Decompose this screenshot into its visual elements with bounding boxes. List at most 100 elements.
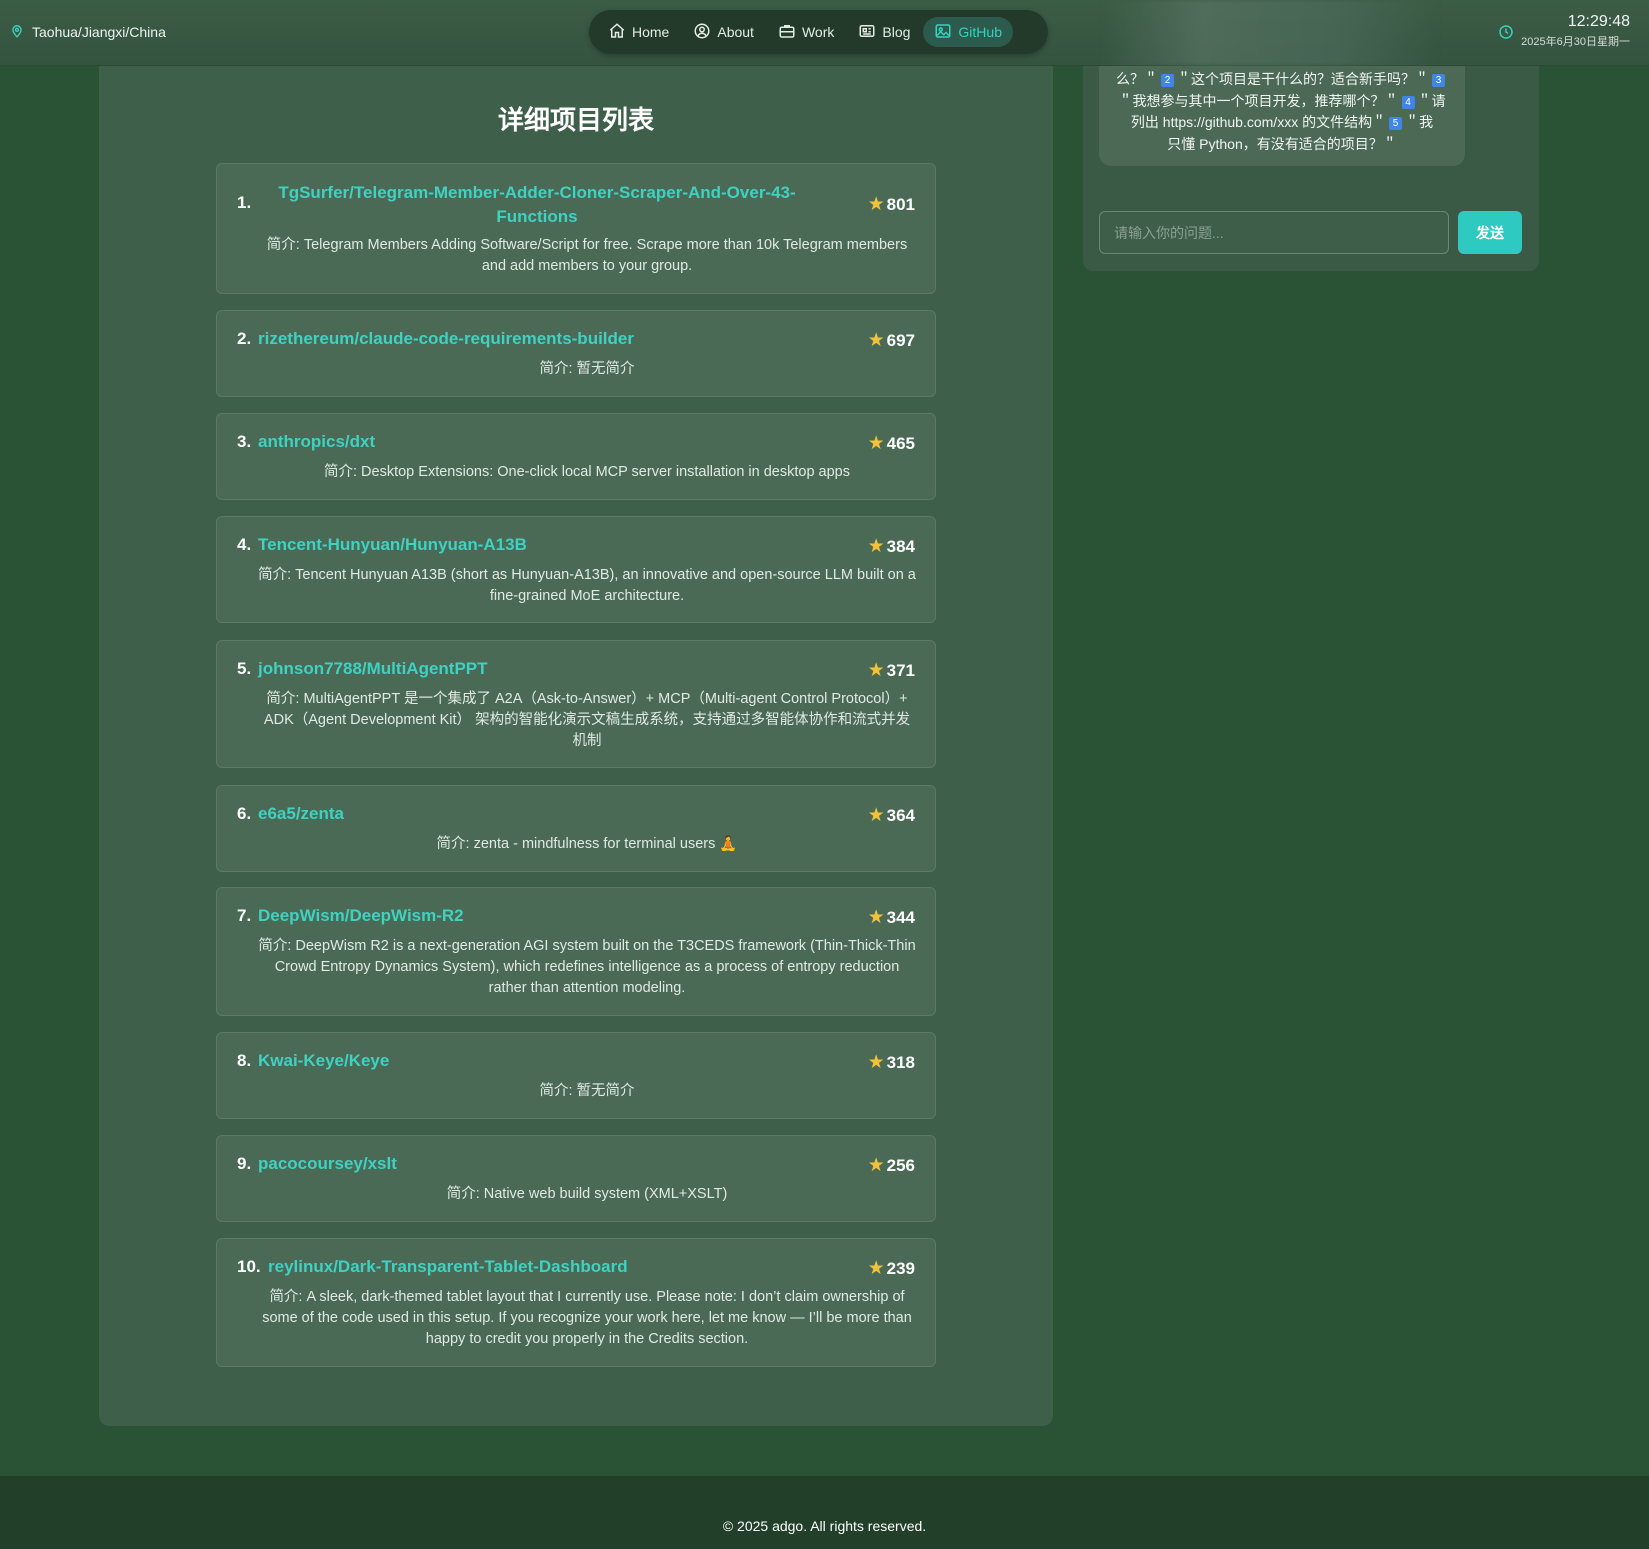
chat-text: ＂我 — [1405, 114, 1434, 130]
chat-text: ＂我想参与其中一个项目开发，推荐哪个？＂ — [1118, 92, 1399, 109]
nav-blog[interactable]: Blog — [847, 17, 921, 47]
clock-icon — [1498, 24, 1514, 40]
project-rank: 5. — [237, 659, 252, 678]
project-card: 5. johnson7788/MultiAgentPPT ★ 371 简介: M… — [216, 640, 936, 768]
project-star-count: 239 — [886, 1258, 915, 1278]
project-description: 简介: Native web build system (XML+XSLT) — [446, 1186, 728, 1202]
project-description: 简介: Tencent Hunyuan A13B (short as Hunyu… — [258, 567, 916, 604]
page-title: 详细项目列表 — [497, 105, 654, 135]
project-repo-link[interactable]: TgSurfer/Telegram-Member-Adder-Cloner-Sc… — [277, 181, 797, 228]
project-card: 4. Tencent-Hunyuan/Hunyuan-A13B ★ 384 简介… — [216, 516, 936, 623]
project-description: 简介: DeepWism R2 is a next-generation AGI… — [258, 938, 916, 996]
project-repo-link[interactable]: DeepWism/DeepWism-R2 — [258, 906, 464, 926]
star-icon: ★ — [867, 805, 885, 826]
location-display: Taohua/Jiangxi/China — [10, 22, 166, 42]
image-icon — [934, 22, 952, 43]
star-icon: ★ — [867, 194, 885, 215]
project-rank: 8. — [237, 1051, 252, 1070]
project-list-panel: 详细项目列表 1. TgSurfer/Telegram-Member-Adder… — [99, 66, 1053, 1426]
project-star-count: 697 — [886, 330, 915, 350]
project-repo-link[interactable]: Kwai-Keye/Keye — [258, 1051, 389, 1071]
project-star-count: 256 — [886, 1155, 915, 1175]
number-badge: 5 — [1389, 117, 1403, 130]
project-description: 简介: Desktop Extensions: One-click local … — [324, 464, 850, 480]
home-icon — [608, 22, 626, 43]
project-stars: ★ 371 — [868, 659, 915, 682]
main-nav: Home About Work Blog GitHub — [589, 10, 1048, 54]
project-repo-link[interactable]: anthropics/dxt — [258, 432, 375, 452]
project-card: 3. anthropics/dxt ★ 465 简介: Desktop Exte… — [216, 413, 936, 500]
project-description: 简介: Telegram Members Adding Software/Scr… — [266, 237, 908, 274]
chat-text: ＂请 — [1417, 92, 1446, 109]
star-icon: ★ — [867, 1155, 885, 1176]
project-card: 10. reylinux/Dark-Transparent-Tablet-Das… — [216, 1238, 936, 1367]
star-icon: ★ — [867, 433, 885, 454]
project-rank: 3. — [237, 432, 252, 451]
project-rank: 7. — [237, 906, 252, 925]
star-icon: ★ — [867, 1258, 885, 1279]
number-badge: 4 — [1401, 95, 1415, 109]
send-button[interactable]: 发送 — [1458, 211, 1522, 254]
location-text: Taohua/Jiangxi/China — [32, 24, 166, 40]
blurred-background — [1100, 0, 1440, 66]
clock-date: 2025年6月30日星期一 — [1521, 36, 1630, 48]
chat-text: ＂这个项目是干什么的？适合新手吗？＂ — [1177, 71, 1429, 87]
chat-text: 只懂 Python，有没有适合的项目？＂ — [1167, 135, 1397, 152]
nav-home[interactable]: Home — [597, 17, 680, 47]
project-card: 1. TgSurfer/Telegram-Member-Adder-Cloner… — [216, 163, 936, 294]
nav-work[interactable]: Work — [767, 17, 845, 47]
project-stars: ★ 318 — [868, 1051, 915, 1074]
project-star-count: 364 — [886, 805, 915, 825]
project-stars: ★ 801 — [868, 193, 915, 216]
project-stars: ★ 344 — [868, 906, 915, 929]
nav-github[interactable]: GitHub — [923, 17, 1013, 47]
project-stars: ★ 239 — [868, 1257, 915, 1280]
project-repo-link[interactable]: rizethereum/claude-code-requirements-bui… — [258, 329, 634, 349]
project-repo-link[interactable]: pacocoursey/xslt — [258, 1154, 397, 1174]
project-card: 6. e6a5/zenta ★ 364 简介: zenta - mindfuln… — [216, 785, 936, 872]
project-rank: 2. — [237, 329, 252, 348]
project-repo-link[interactable]: reylinux/Dark-Transparent-Tablet-Dashboa… — [268, 1257, 628, 1277]
project-repo-link[interactable]: johnson7788/MultiAgentPPT — [258, 659, 488, 679]
page-footer: © 2025 adgo. All rights reserved. — [0, 1476, 1649, 1549]
nav-about-label: About — [717, 24, 754, 40]
project-description: 简介: 暂无简介 — [539, 361, 635, 377]
project-star-count: 384 — [886, 536, 915, 556]
chat-question-input[interactable] — [1099, 211, 1449, 254]
project-repo-link[interactable]: Tencent-Hunyuan/Hunyuan-A13B — [258, 535, 527, 555]
star-icon: ★ — [867, 907, 885, 928]
chat-panel: 么？＂ 2 ＂这个项目是干什么的？适合新手吗？＂ 3 ＂我想参与其中一个项目开发，推荐… — [1083, 66, 1539, 271]
nav-about[interactable]: About — [682, 17, 765, 47]
project-stars: ★ 697 — [868, 329, 915, 352]
clock-time: 12:29:48 — [1567, 13, 1630, 30]
project-description: 简介: MultiAgentPPT 是一个集成了 A2A（Ask-to-Answ… — [263, 691, 911, 749]
map-pin-icon — [10, 24, 24, 41]
project-star-count: 371 — [886, 660, 915, 680]
project-description: 简介: 暂无简介 — [539, 1083, 635, 1099]
nav-home-label: Home — [632, 24, 670, 40]
project-repo-link[interactable]: e6a5/zenta — [258, 804, 344, 824]
briefcase-icon — [778, 22, 796, 43]
project-stars: ★ 256 — [868, 1154, 915, 1177]
project-card: 7. DeepWism/DeepWism-R2 ★ 344 简介: DeepWi… — [216, 887, 936, 1016]
star-icon: ★ — [867, 660, 885, 681]
clock-display: 12:29:48 2025年6月30日星期一 — [1521, 13, 1630, 49]
nav-blog-label: Blog — [882, 24, 911, 40]
number-badge: 3 — [1432, 74, 1445, 87]
star-icon: ★ — [867, 330, 885, 351]
chat-text: 么？＂ — [1116, 71, 1158, 87]
newspaper-icon — [858, 22, 876, 43]
project-star-count: 801 — [886, 194, 915, 214]
project-stars: ★ 384 — [868, 535, 915, 558]
project-card: 8. Kwai-Keye/Keye ★ 318 简介: 暂无简介 — [216, 1032, 936, 1119]
project-stars: ★ 364 — [868, 804, 915, 827]
chat-message-bubble: 么？＂ 2 ＂这个项目是干什么的？适合新手吗？＂ 3 ＂我想参与其中一个项目开发，推荐… — [1099, 66, 1465, 166]
copyright-text: © 2025 adgo. All rights reserved. — [722, 1518, 927, 1534]
top-header: Taohua/Jiangxi/China Home About Work Blo… — [0, 0, 1649, 66]
project-rank: 6. — [237, 804, 252, 823]
project-star-count: 465 — [886, 433, 915, 453]
project-repo-line2: Functions — [496, 206, 578, 226]
project-rank: 9. — [237, 1154, 252, 1173]
project-star-count: 318 — [886, 1052, 915, 1072]
project-star-count: 344 — [886, 907, 915, 927]
